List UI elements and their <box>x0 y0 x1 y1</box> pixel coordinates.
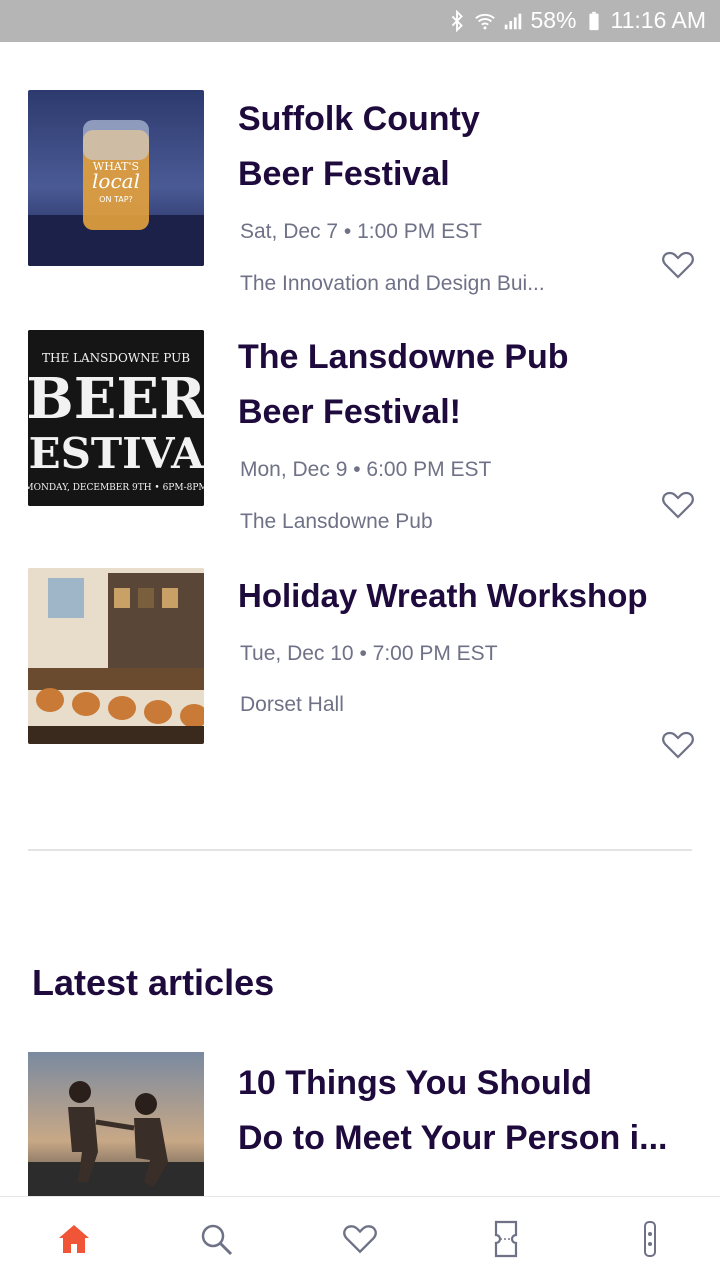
status-bar: 58% 11:16 AM <box>0 0 720 42</box>
nav-search-button[interactable] <box>196 1219 236 1259</box>
wifi-icon <box>475 13 496 29</box>
like-event-button[interactable] <box>658 726 698 764</box>
event-venue: The Lansdowne Pub <box>240 510 433 533</box>
event-title-line: Beer Festival <box>238 155 450 193</box>
like-event-button[interactable] <box>658 246 698 284</box>
battery-icon <box>588 11 599 30</box>
article-title[interactable]: 10 Things You Should Do to Meet Your Per… <box>238 1056 688 1166</box>
section-divider <box>28 849 692 851</box>
event-venue: The Innovation and Design Bui... <box>240 272 545 295</box>
event-date: Sat, Dec 7 • 1:00 PM EST <box>240 220 482 243</box>
search-icon <box>201 1224 233 1256</box>
event-image-beer-glass: WHAT'S local ON TAP? <box>28 90 204 266</box>
ticket-icon <box>494 1220 518 1258</box>
event-image-bar-interior <box>28 568 204 744</box>
event-title-line: Holiday Wreath Workshop <box>238 577 648 614</box>
heart-icon <box>662 731 694 759</box>
like-event-button[interactable] <box>658 486 698 524</box>
signal-icon <box>505 13 522 29</box>
battery-percent: 58% <box>530 7 577 33</box>
svg-text:MONDAY, DECEMBER 9TH • 6PM-8PM: MONDAY, DECEMBER 9TH • 6PM-8PM <box>28 483 204 493</box>
svg-text:THE LANSDOWNE PUB: THE LANSDOWNE PUB <box>42 351 190 365</box>
heart-icon <box>662 251 694 279</box>
event-venue: Dorset Hall <box>240 693 344 716</box>
event-date: Mon, Dec 9 • 6:00 PM EST <box>240 458 492 481</box>
event-image-beer-festival-poster: THE LANSDOWNE PUB BEER FESTIVAL MONDAY, … <box>28 330 204 506</box>
nav-home-button[interactable] <box>54 1219 94 1259</box>
event-title-line: The Lansdowne Pub <box>238 338 569 376</box>
event-title[interactable]: The Lansdowne Pub Beer Festival! <box>238 330 678 440</box>
article-image-couple-running <box>28 1052 204 1200</box>
article-title-line: 10 Things You Should <box>238 1064 592 1102</box>
event-title-line: Beer Festival! <box>238 393 461 431</box>
nav-likes-button[interactable] <box>340 1219 380 1259</box>
nav-profile-button[interactable] <box>630 1219 670 1259</box>
article-title-line: Do to Meet Your Person i... <box>238 1119 668 1157</box>
svg-text:ON TAP?: ON TAP? <box>99 195 133 204</box>
svg-text:local: local <box>92 169 140 193</box>
home-icon <box>59 1225 89 1253</box>
bluetooth-icon <box>452 9 464 32</box>
section-title: Latest articles <box>32 962 275 1003</box>
status-time: 11:16 AM <box>610 7 706 33</box>
nav-tickets-button[interactable] <box>486 1219 526 1259</box>
svg-text:FESTIVAL: FESTIVAL <box>28 429 204 478</box>
event-title[interactable]: Suffolk County Beer Festival <box>238 92 678 202</box>
bottom-navigation <box>0 1196 720 1281</box>
profile-icon <box>644 1221 656 1257</box>
status-icons: 58% 11:16 AM <box>446 7 706 34</box>
heart-icon <box>662 491 694 519</box>
svg-text:BEER: BEER <box>28 366 204 432</box>
heart-icon <box>343 1225 377 1254</box>
event-date: Tue, Dec 10 • 7:00 PM EST <box>240 642 498 665</box>
event-title-line: Suffolk County <box>238 100 480 138</box>
event-title[interactable]: Holiday Wreath Workshop <box>238 568 688 623</box>
